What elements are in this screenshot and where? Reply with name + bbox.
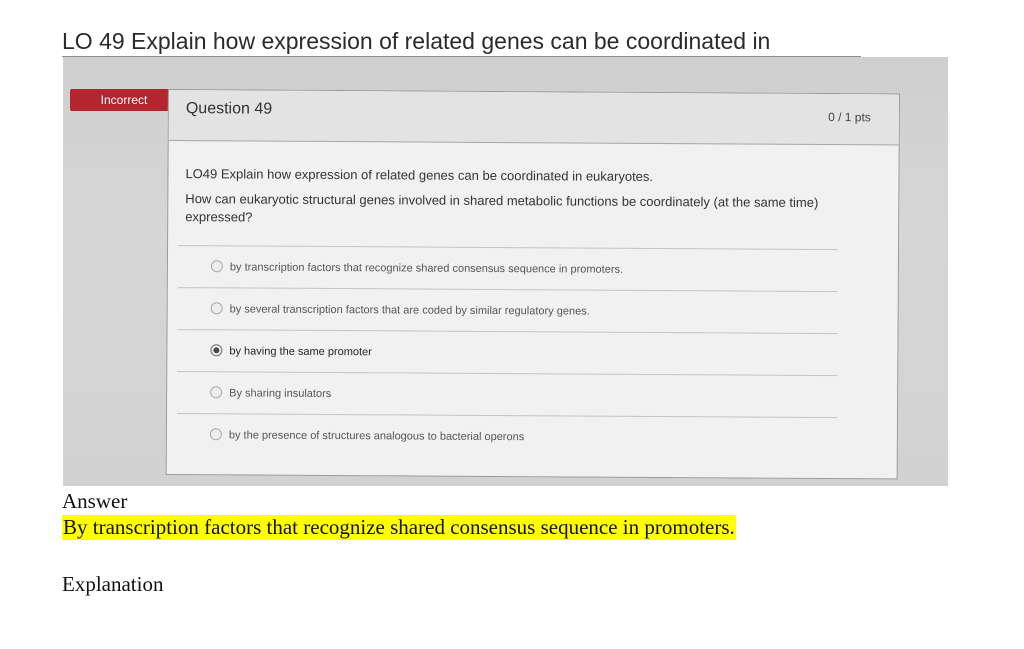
answer-option[interactable]: By sharing insulators <box>177 371 838 418</box>
answer-option[interactable]: by several transcription factors that ar… <box>177 287 838 334</box>
radio-button[interactable] <box>210 302 223 315</box>
question-title: Question 49 <box>185 100 273 118</box>
answer-option-selected[interactable]: by having the same promoter <box>177 329 838 376</box>
answer-option-label: By sharing insulators <box>229 386 332 400</box>
status-badge: Incorrect <box>70 89 189 111</box>
explanation-heading: Explanation <box>62 572 164 596</box>
question-header: Question 49 0 / 1 pts <box>168 90 899 146</box>
page-title: LO 49 Explain how expression of related … <box>62 28 771 54</box>
answer-option-label: by having the same promoter <box>229 344 372 358</box>
answer-option-label: by transcription factors that recognize … <box>229 260 624 276</box>
learning-objective: LO49 Explain how expression of related g… <box>185 166 654 184</box>
answer-list: by transcription factors that recognize … <box>176 245 839 460</box>
answer-option[interactable]: by the presence of structures analogous … <box>176 413 838 460</box>
radio-button[interactable] <box>210 386 223 399</box>
radio-button[interactable] <box>209 428 222 441</box>
answer-option-label: by the presence of structures analogous … <box>228 428 525 443</box>
answer-option[interactable]: by transcription factors that recognize … <box>177 245 839 292</box>
question-points: 0 / 1 pts <box>828 110 871 125</box>
answer-heading: Answer <box>62 489 128 513</box>
quiz-screenshot: Incorrect Question 49 0 / 1 pts LO49 Exp… <box>63 57 948 486</box>
question-card: Question 49 0 / 1 pts LO49 Explain how e… <box>165 89 900 480</box>
answer-option-label: by several transcription factors that ar… <box>229 302 590 318</box>
answer-text: By transcription factors that recognize … <box>62 515 736 540</box>
question-text: How can eukaryotic structural genes invo… <box>185 191 819 225</box>
radio-button-selected[interactable] <box>210 344 223 357</box>
radio-button[interactable] <box>210 260 223 273</box>
